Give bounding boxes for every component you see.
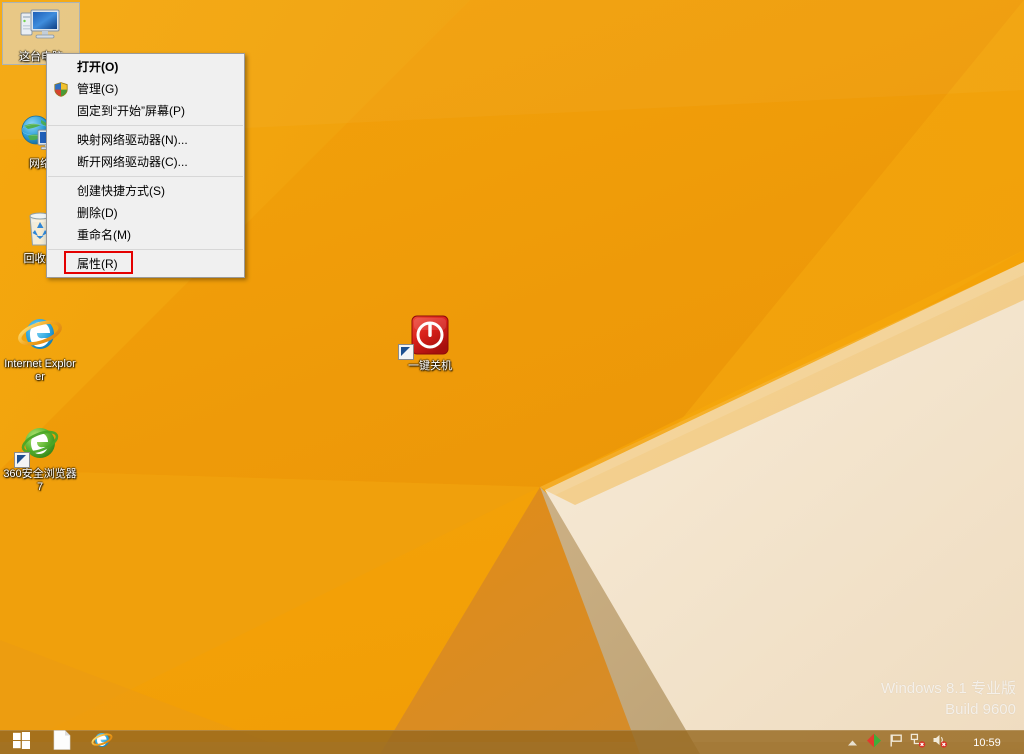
context-menu-item-create-shortcut[interactable]: 创建快捷方式(S): [47, 180, 244, 202]
start-button[interactable]: [0, 731, 42, 754]
taskbar[interactable]: 10:59: [0, 730, 1024, 754]
windows-logo-icon: [12, 731, 30, 754]
watermark-line-1: Windows 8.1 专业版: [880, 680, 1016, 697]
menu-separator: [48, 249, 243, 250]
desktop-icon-label: 360安全浏览器7: [3, 468, 77, 493]
desktop-icon-label: Internet Explorer: [4, 358, 76, 383]
taskbar-internet-explorer[interactable]: [82, 731, 122, 754]
menu-item-label: 固定到“开始”屏幕(P): [77, 104, 185, 118]
network-error-icon: [910, 733, 926, 753]
menu-separator: [48, 176, 243, 177]
ie-icon: [2, 310, 78, 358]
network-status-button[interactable]: [908, 732, 928, 754]
desktop-screen: 这台电脑 网络 回收站 Internet Explorer 360安全浏览器7 …: [0, 0, 1024, 754]
file-explorer-icon: [53, 730, 71, 754]
context-menu-item-disconnect-network-drive[interactable]: 断开网络驱动器(C)...: [47, 151, 244, 173]
desktop-icon-internet-explorer[interactable]: Internet Explorer: [2, 310, 78, 384]
context-menu-item-rename[interactable]: 重命名(M): [47, 224, 244, 246]
power-shutdown-icon: [392, 312, 468, 360]
taskbar-file-explorer[interactable]: [42, 730, 82, 754]
desktop-icon-360-browser[interactable]: 360安全浏览器7: [2, 420, 78, 494]
context-menu-item-open[interactable]: 打开(O): [47, 56, 244, 78]
context-menu-item-delete[interactable]: 删除(D): [47, 202, 244, 224]
ie-icon: [91, 730, 113, 754]
menu-item-label: 映射网络驱动器(N)...: [77, 133, 188, 147]
shortcut-overlay-icon: [14, 452, 30, 468]
clock-time: 10:59: [973, 736, 1001, 749]
context-menu-item-pin-to-start[interactable]: 固定到“开始”屏幕(P): [47, 100, 244, 122]
context-menu-item-properties[interactable]: 属性(R): [47, 253, 244, 275]
taskbar-window-area: [122, 731, 842, 754]
system-tray: 10:59: [842, 731, 1024, 754]
tray-360-safe[interactable]: [864, 732, 884, 754]
context-menu[interactable]: 打开(O) 管理(G) 固定到“开始”屏幕(P) 映射网络驱动器(N)... 断…: [46, 53, 245, 278]
menu-item-label: 删除(D): [77, 206, 118, 220]
shortcut-overlay-icon: [398, 344, 414, 360]
360-browser-icon: [2, 420, 78, 468]
menu-item-label: 创建快捷方式(S): [77, 184, 165, 198]
windows-activation-watermark: Windows 8.1 专业版 Build 9600: [881, 678, 1016, 720]
taskbar-clock[interactable]: 10:59: [952, 737, 1022, 749]
menu-item-label: 属性(R): [77, 257, 118, 271]
flag-icon: [889, 733, 904, 753]
menu-item-label: 打开(O): [77, 60, 119, 74]
context-menu-item-manage[interactable]: 管理(G): [47, 78, 244, 100]
volume-button[interactable]: [930, 732, 950, 754]
360-shield-icon: [866, 733, 882, 753]
menu-item-label: 重命名(M): [77, 228, 131, 242]
menu-item-label: 管理(G): [77, 82, 119, 96]
menu-item-label: 断开网络驱动器(C)...: [77, 155, 188, 169]
show-hidden-icons-button[interactable]: [842, 732, 862, 754]
desktop-icon-one-click-shutdown[interactable]: 一键关机: [392, 312, 468, 373]
menu-separator: [48, 125, 243, 126]
speaker-muted-icon: [932, 733, 948, 753]
shield-icon: [54, 82, 68, 97]
context-menu-item-map-network-drive[interactable]: 映射网络驱动器(N)...: [47, 129, 244, 151]
computer-icon: [3, 3, 79, 51]
action-center-button[interactable]: [886, 732, 906, 754]
chevron-up-icon: [847, 734, 858, 752]
watermark-line-2: Build 9600: [945, 701, 1016, 718]
desktop-icon-label: 一键关机: [408, 360, 452, 372]
taskbar-left-group: [0, 730, 122, 754]
